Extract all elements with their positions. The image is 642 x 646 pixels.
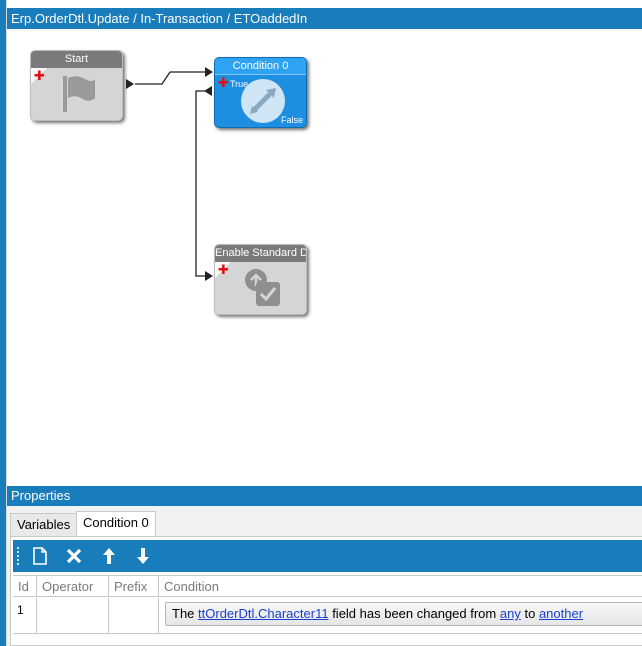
add-icon[interactable]: ✚: [218, 263, 229, 276]
false-label: False: [280, 115, 303, 125]
start-output-arrow: [126, 79, 134, 89]
move-down-icon: [137, 548, 149, 564]
delete-icon: [66, 548, 82, 564]
properties-header: Properties: [7, 486, 642, 506]
condition-tab-content: Id Operator Prefix Condition 1 The ttOrd…: [10, 536, 642, 646]
enable-input-arrow: [205, 271, 213, 281]
start-node-title: Start: [31, 51, 122, 68]
add-icon[interactable]: ✚: [218, 76, 229, 89]
flag-icon: [63, 76, 95, 112]
cell-operator[interactable]: [37, 598, 109, 634]
condition-text-the: The: [172, 606, 195, 621]
delete-row-button[interactable]: [63, 545, 85, 567]
new-row-button[interactable]: [29, 545, 51, 567]
condition-text-changed: field has been changed from: [332, 606, 497, 621]
condition-input-arrow: [205, 67, 213, 77]
tab-variables[interactable]: Variables: [10, 513, 78, 537]
condition-text-to: to: [524, 606, 536, 621]
grid-toolbar: [13, 540, 642, 572]
table-row[interactable]: 1 The ttOrderDtl.Character11 field has b…: [13, 598, 642, 634]
connector-condition-enable: [195, 90, 205, 277]
cell-prefix[interactable]: [109, 598, 159, 634]
condition-true-arrow: [204, 86, 212, 96]
condition-node[interactable]: Condition 0 ✚ True False: [214, 57, 307, 128]
condition-node-title: Condition 0: [215, 58, 306, 75]
enable-standard-node[interactable]: Enable Standard D ✚: [214, 244, 307, 315]
properties-panel: Variables Condition 0 Id Operator Prefix…: [7, 506, 642, 646]
add-icon[interactable]: ✚: [34, 69, 45, 82]
breadcrumb: Erp.OrderDtl.Update / In-Transaction / E…: [7, 8, 642, 29]
column-header-prefix[interactable]: Prefix: [109, 575, 159, 597]
start-node[interactable]: Start ✚: [30, 50, 123, 121]
grid-header: Id Operator Prefix Condition: [13, 575, 642, 597]
column-header-operator[interactable]: Operator: [37, 575, 109, 597]
enable-standard-icon: [245, 269, 280, 306]
new-icon: [33, 547, 47, 565]
condition-arrows-icon: [241, 79, 285, 123]
move-up-button[interactable]: [98, 545, 120, 567]
tab-condition-0[interactable]: Condition 0: [76, 511, 156, 537]
toolbar-grip[interactable]: [17, 547, 19, 565]
cell-id: 1: [13, 598, 37, 634]
move-up-icon: [103, 548, 115, 564]
field-link[interactable]: ttOrderDtl.Character11: [198, 606, 329, 621]
connector-start-condition: [135, 71, 207, 85]
to-value-link[interactable]: another: [539, 606, 583, 621]
workflow-canvas[interactable]: Start ✚ Condition 0 ✚ True False Enable: [7, 29, 642, 481]
move-down-button[interactable]: [132, 545, 154, 567]
enable-standard-node-title: Enable Standard D: [215, 245, 306, 262]
condition-expression: The ttOrderDtl.Character11 field has bee…: [165, 602, 642, 626]
column-header-id[interactable]: Id: [13, 575, 37, 597]
column-header-condition[interactable]: Condition: [159, 575, 642, 597]
from-value-link[interactable]: any: [500, 606, 521, 621]
